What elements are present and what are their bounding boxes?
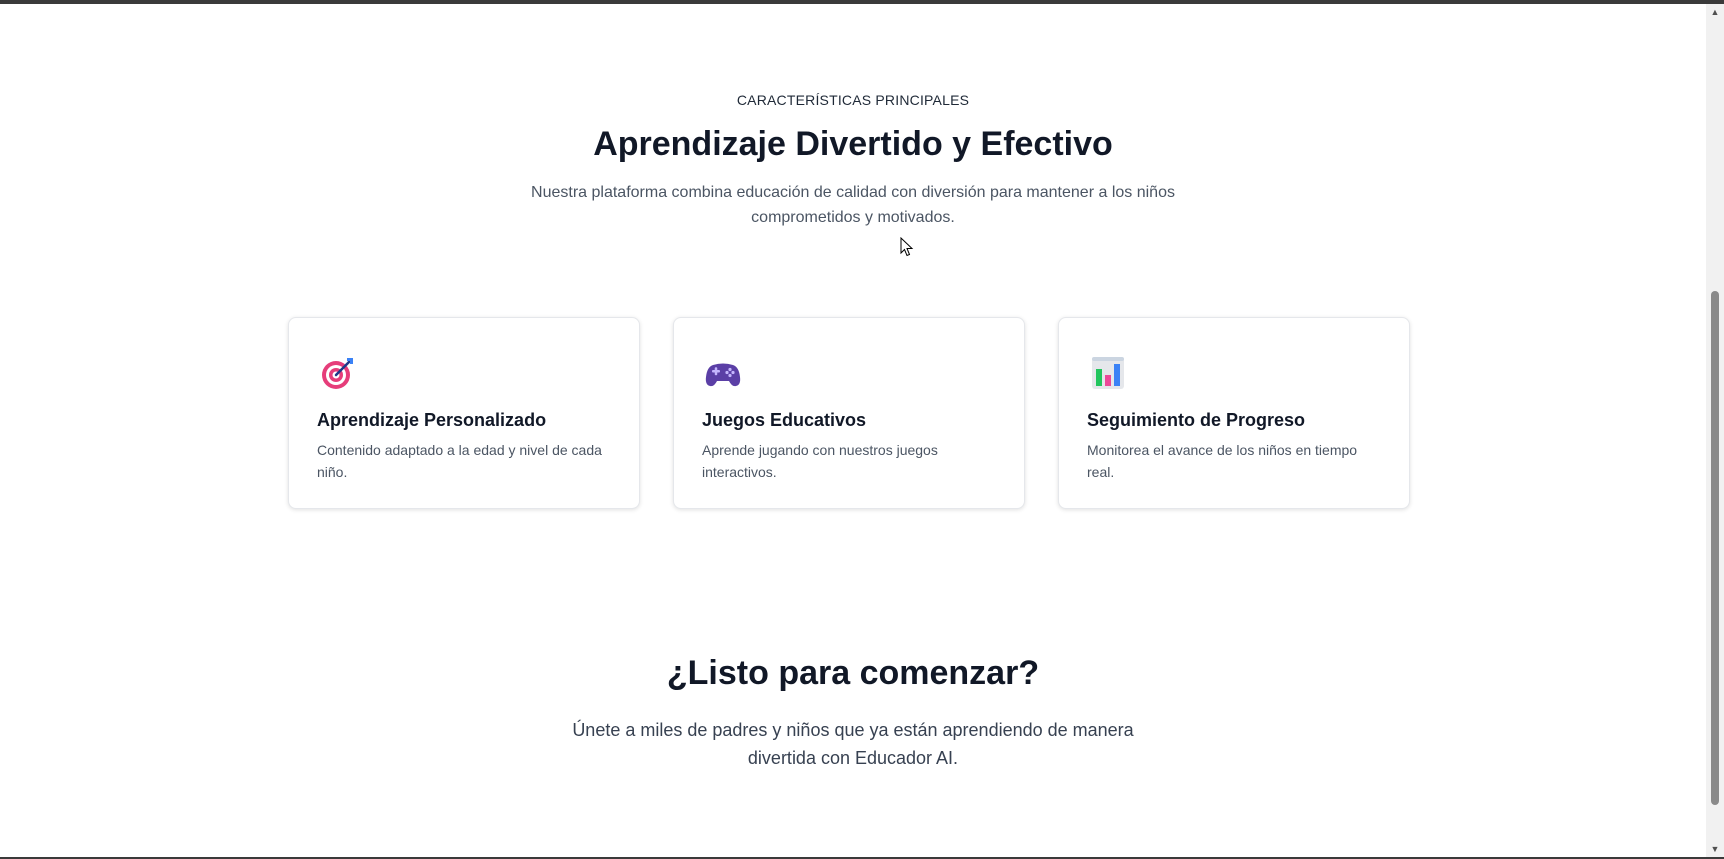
bar-chart-icon	[1092, 357, 1124, 389]
feature-card-progress: Seguimiento de Progreso Monitorea el ava…	[1058, 317, 1410, 509]
target-icon	[322, 358, 353, 389]
game-controller-icon	[705, 363, 741, 387]
features-eyebrow: CARACTERÍSTICAS PRINCIPALES	[736, 92, 970, 108]
card-title: Seguimiento de Progreso	[1087, 410, 1306, 430]
scroll-down-arrow-icon[interactable]: ▼	[1706, 841, 1724, 857]
card-title: Juegos Educativos	[702, 410, 867, 430]
scrollbar-thumb[interactable]	[1711, 291, 1719, 805]
card-description: Aprende jugando con nuestros juegos inte…	[702, 442, 938, 480]
vertical-scrollbar[interactable]: ▲ ▼	[1706, 4, 1724, 857]
cta-subtitle: Únete a miles de padres y niños que ya e…	[572, 720, 1134, 768]
card-description: Contenido adaptado a la edad y nivel de …	[317, 442, 602, 480]
feature-card-games: Juegos Educativos Aprende jugando con nu…	[673, 317, 1025, 509]
scroll-up-arrow-icon[interactable]: ▲	[1706, 4, 1724, 20]
feature-card-personalized: Aprendizaje Personalizado Contenido adap…	[288, 317, 640, 509]
card-description: Monitorea el avance de los niños en tiem…	[1087, 442, 1358, 480]
page-content: CARACTERÍSTICAS PRINCIPALES Aprendizaje …	[0, 4, 1706, 857]
mouse-cursor-icon	[900, 237, 914, 257]
features-subtitle: Nuestra plataforma combina educación de …	[531, 184, 1175, 226]
features-title: Aprendizaje Divertido y Efectivo	[593, 125, 1113, 163]
cta-title: ¿Listo para comenzar?	[666, 654, 1040, 692]
card-title: Aprendizaje Personalizado	[317, 410, 547, 430]
